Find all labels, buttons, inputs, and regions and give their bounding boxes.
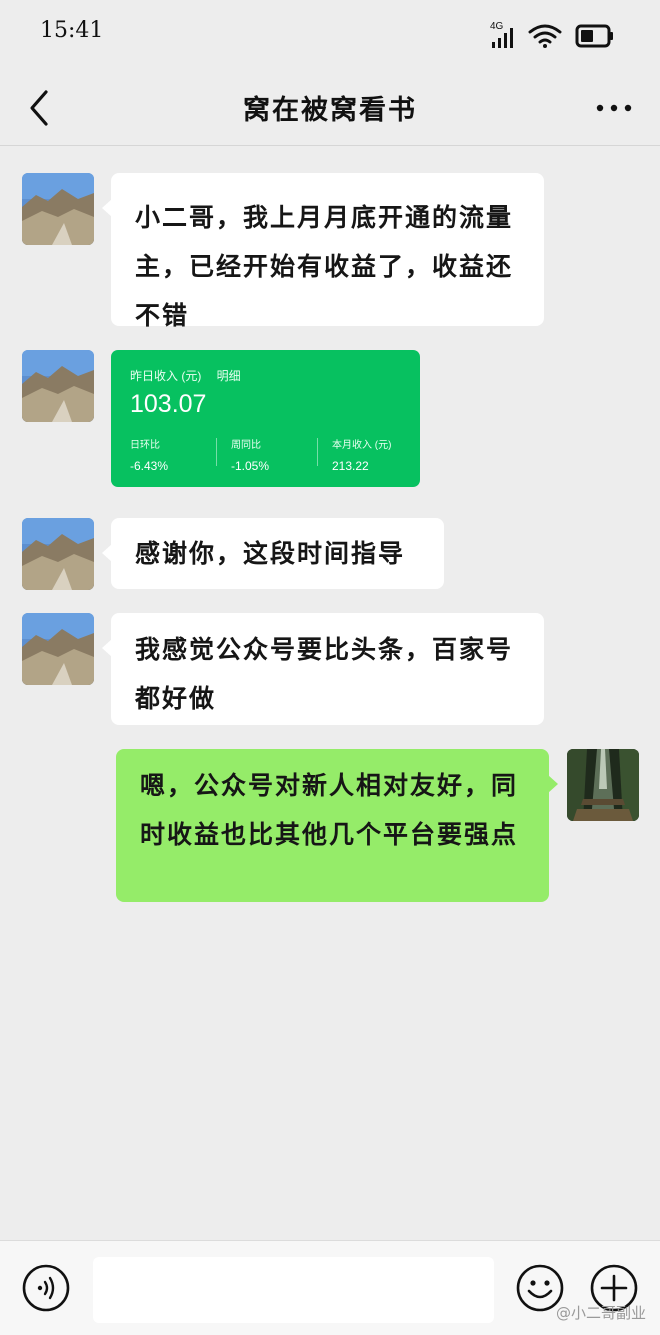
more-button[interactable] xyxy=(592,90,636,126)
income-card[interactable]: 昨日收入 (元) 明细 103.07 日环比 -6.43% 周同比 -1.05%… xyxy=(111,350,420,487)
wifi-icon xyxy=(528,24,562,48)
income-label: 昨日收入 (元) xyxy=(130,369,202,383)
stat-monthly: 本月收入 (元) 213.22 xyxy=(332,436,391,473)
more-dots-icon xyxy=(596,104,632,112)
watermark: @小二哥副业 xyxy=(555,1304,646,1322)
chat-title: 窝在被窝看书 xyxy=(243,95,417,126)
my-avatar[interactable] xyxy=(567,749,639,821)
stat-value: 213.22 xyxy=(332,459,369,473)
message-input[interactable] xyxy=(93,1257,494,1323)
voice-icon xyxy=(22,1264,70,1312)
mountain-avatar-icon xyxy=(22,518,94,590)
stat-label: 周同比 xyxy=(231,440,261,451)
forest-avatar-icon xyxy=(567,749,639,821)
status-bar: 15:41 4G xyxy=(0,0,660,70)
status-time: 15:41 xyxy=(40,18,104,43)
signal-icon: 4G xyxy=(490,21,513,48)
income-card-header: 昨日收入 (元) 明细 xyxy=(130,367,253,384)
stat-divider xyxy=(317,438,318,466)
contact-avatar[interactable] xyxy=(22,613,94,685)
status-icons: 4G xyxy=(490,18,620,52)
contact-avatar[interactable] xyxy=(22,350,94,422)
input-bar: @小二哥副业 xyxy=(0,1240,660,1335)
mountain-avatar-icon xyxy=(22,173,94,245)
battery-icon xyxy=(575,24,613,48)
message-bubble[interactable]: 小二哥，我上月月底开通的流量主，已经开始有收益了，收益还不错 xyxy=(102,173,544,330)
mountain-avatar-icon xyxy=(22,350,94,422)
message-bubble[interactable]: 我感觉公众号要比头条，百家号都好做 xyxy=(102,613,544,725)
message-bubble-outgoing[interactable]: 嗯，公众号对新人相对友好，同时收益也比其他几个平台要强点 xyxy=(116,749,558,902)
voice-button[interactable] xyxy=(21,1263,71,1313)
stat-label: 本月收入 (元) xyxy=(332,440,392,451)
detail-link[interactable]: 明细 xyxy=(217,369,241,383)
contact-avatar[interactable] xyxy=(22,173,94,245)
contact-avatar[interactable] xyxy=(22,518,94,590)
stat-label: 日环比 xyxy=(130,440,160,451)
message-bubble[interactable]: 感谢你，这段时间指导 xyxy=(102,518,444,589)
stat-divider xyxy=(216,438,217,466)
stat-value: -1.05% xyxy=(231,459,270,473)
chat-header: 窝在被窝看书 xyxy=(0,70,660,146)
stat-daily: 日环比 -6.43% xyxy=(130,436,168,473)
stat-value: -6.43% xyxy=(130,459,169,473)
network-type: 4G xyxy=(490,21,504,32)
income-amount: 103.07 xyxy=(130,390,207,418)
mountain-avatar-icon xyxy=(22,613,94,685)
stat-weekly: 周同比 -1.05% xyxy=(231,436,269,473)
